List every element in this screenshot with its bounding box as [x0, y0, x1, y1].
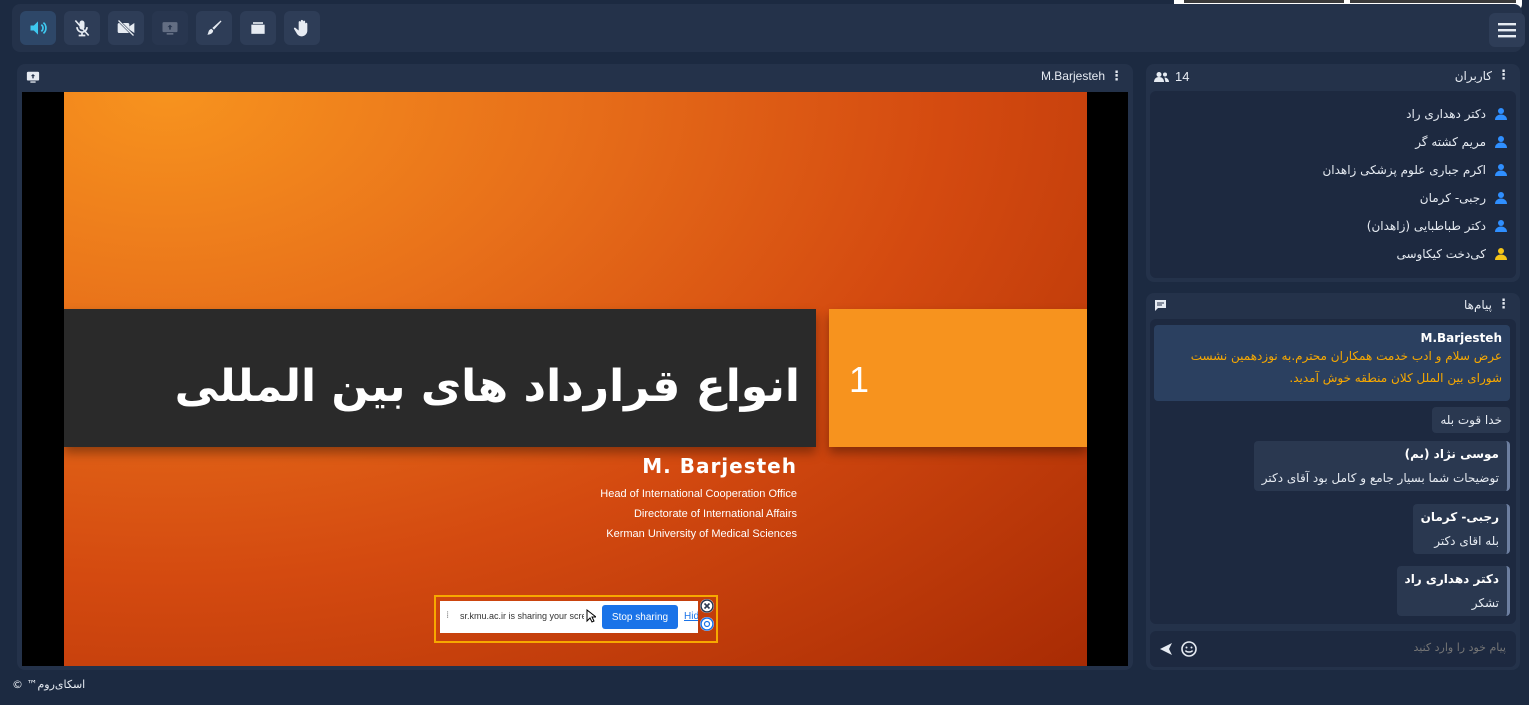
user-name: دکتر دهداری راد — [1406, 107, 1486, 121]
message-item: موسی نژاد (بم) توضیحات شما بسیار جامع و … — [1253, 441, 1510, 491]
slide: انواع قرارداد های بین المللی 1 M. Barjes… — [64, 92, 1087, 666]
mic-button[interactable] — [64, 11, 100, 45]
message-text: تشکر — [1471, 596, 1499, 610]
send-icon[interactable] — [1158, 641, 1174, 657]
user-item[interactable]: دکتر طباطبایی (زاهدان) — [1367, 215, 1508, 237]
user-name: مریم کشته گر — [1415, 135, 1486, 149]
brush-button[interactable] — [196, 11, 232, 45]
user-name: کی‌دخت کیکاوسی — [1396, 247, 1486, 261]
users-count: 14 — [1154, 69, 1189, 84]
hand-icon — [293, 19, 308, 37]
slide-author: M. Barjesteh — [642, 454, 797, 478]
message-sender: M.Barjesteh — [1420, 331, 1502, 345]
menu-button[interactable] — [1489, 13, 1525, 47]
message-item: خدا قوت بله — [1432, 407, 1510, 433]
messages-list: M.Barjesteh عرض سلام و ادب خدمت همکاران … — [1150, 319, 1516, 624]
camera-off-icon — [117, 19, 135, 37]
user-name: رجبی- کرمان — [1419, 191, 1486, 205]
mouse-cursor-icon — [586, 609, 596, 623]
message-sender: موسی نژاد (بم) — [1404, 447, 1499, 461]
share-notification-text: sr.kmu.ac.ir is sharing your screen. — [460, 611, 584, 621]
shared-screen-video: انواع قرارداد های بین المللی 1 M. Barjes… — [22, 92, 1128, 666]
slide-number-band: 1 — [829, 309, 1087, 447]
slide-number: 1 — [849, 359, 870, 400]
user-item[interactable]: رجبی- کرمان — [1420, 187, 1508, 209]
share-screen-button[interactable] — [152, 11, 188, 45]
drag-handle-icon[interactable]: ⁞ — [446, 610, 452, 622]
presenter-name: M.Barjesteh — [1040, 69, 1105, 83]
message-text: توضیحات شما بسیار جامع و کامل بود آقای د… — [1261, 471, 1499, 485]
share-notification-box: ⁞ sr.kmu.ac.ir is sharing your screen. S… — [440, 601, 698, 633]
user-name: دکتر طباطبایی (زاهدان) — [1366, 219, 1486, 233]
hide-link[interactable]: Hide — [684, 611, 698, 622]
stop-sharing-button[interactable]: Stop sharing — [602, 605, 678, 629]
user-item[interactable]: مریم کشته گر — [1415, 131, 1508, 153]
users-options-icon[interactable]: ⋮ — [1497, 68, 1510, 83]
message-input-row — [1150, 631, 1516, 667]
users-list: دکتر دهداری راد مریم کشته گر اکرم جباری … — [1150, 91, 1516, 278]
message-input[interactable] — [1266, 641, 1506, 654]
close-icon[interactable] — [700, 599, 714, 613]
user-icon — [1495, 108, 1507, 120]
toolbar — [12, 4, 1525, 52]
folder-icon — [251, 22, 265, 34]
user-item[interactable]: دکتر دهداری راد — [1406, 103, 1508, 125]
user-icon — [1495, 136, 1507, 148]
speaker-icon — [30, 21, 47, 35]
user-icon — [1495, 220, 1507, 232]
user-item[interactable]: اکرم جباری علوم پزشکی زاهدان — [1322, 159, 1508, 181]
message-item: دکتر دهداری راد تشکر — [1396, 566, 1510, 616]
users-panel: 14 کاربران ⋮ دکتر دهداری راد مریم کشته گ… — [1146, 64, 1520, 282]
messages-panel: پیام‌ها ⋮ M.Barjesteh عرض سلام و ادب خدم… — [1146, 293, 1520, 670]
slide-affiliation: Directorate of International Affairs — [633, 508, 797, 520]
users-icon — [1154, 71, 1169, 82]
users-count-value: 14 — [1175, 69, 1190, 84]
presentation-panel: M.Barjesteh ⋮ انواع قرارداد های بین المل… — [17, 64, 1133, 670]
user-icon — [1495, 192, 1507, 204]
slide-affiliation: Kerman University of Medical Sciences — [606, 528, 797, 540]
user-item[interactable]: کی‌دخت کیکاوسی — [1396, 243, 1508, 265]
files-button[interactable] — [240, 11, 276, 45]
emoji-icon[interactable] — [1180, 640, 1198, 658]
presentation-icon[interactable] — [26, 70, 40, 84]
message-item: M.Barjesteh عرض سلام و ادب خدمت همکاران … — [1154, 325, 1510, 401]
hamburger-icon — [1498, 23, 1516, 38]
message-text: بله اقای دکتر — [1434, 534, 1499, 548]
message-text: خدا قوت بله — [1440, 413, 1502, 427]
minimize-icon[interactable] — [700, 617, 714, 631]
brush-icon — [207, 20, 222, 35]
presentation-header: M.Barjesteh ⋮ — [17, 64, 1133, 90]
chat-icon — [1155, 300, 1166, 311]
presentation-options-icon[interactable]: ⋮ — [1110, 69, 1123, 84]
screen-share-icon — [162, 22, 178, 35]
message-text: عرض سلام و ادب خدمت همکاران محترم.به نوز… — [1190, 349, 1502, 363]
message-sender: دکتر دهداری راد — [1404, 572, 1499, 586]
message-text: شورای بین الملل کلان منطقه خوش آمدید. — [1289, 371, 1502, 385]
slide-affiliation: Head of International Cooperation Office — [600, 488, 797, 500]
screen-share-notification: ⁞ sr.kmu.ac.ir is sharing your screen. S… — [434, 595, 718, 643]
speaker-button[interactable] — [20, 11, 56, 45]
slide-title: انواع قرارداد های بین المللی — [174, 361, 800, 412]
user-icon — [1495, 164, 1507, 176]
messages-panel-title: پیام‌ها — [1463, 298, 1492, 312]
footer-brand: اسکای‌روم™ © — [12, 678, 86, 691]
users-panel-title: کاربران — [1454, 69, 1492, 83]
slide-title-band: انواع قرارداد های بین المللی — [64, 309, 816, 447]
raise-hand-button[interactable] — [284, 11, 320, 45]
message-item: رجبی- کرمان بله اقای دکتر — [1412, 504, 1510, 554]
strip-segment — [1184, 0, 1344, 3]
message-sender: رجبی- کرمان — [1420, 510, 1499, 524]
mic-off-icon — [74, 19, 90, 37]
messages-options-icon[interactable]: ⋮ — [1497, 297, 1510, 312]
user-name: اکرم جباری علوم پزشکی زاهدان — [1322, 163, 1486, 177]
strip-segment — [1350, 0, 1516, 3]
user-icon — [1495, 248, 1507, 260]
camera-button[interactable] — [108, 11, 144, 45]
